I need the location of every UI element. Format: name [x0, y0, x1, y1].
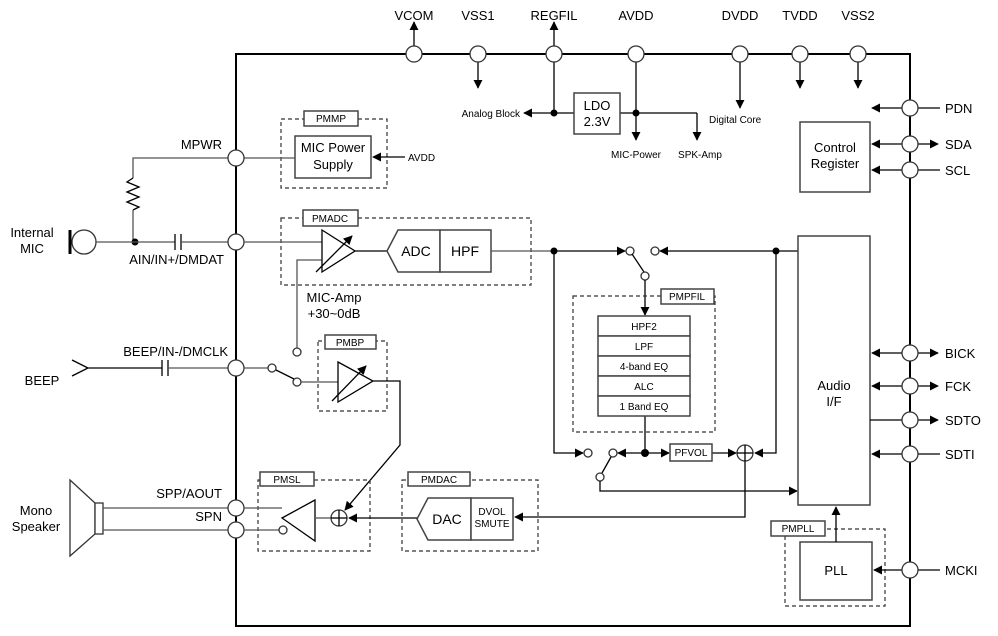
- beep-amp-icon: [337, 360, 375, 404]
- pin-label: VCOM: [395, 8, 434, 23]
- pmdac-label: PMDAC: [421, 475, 457, 486]
- pmdac-block: PMDAC DAC DVOL SMUTE: [401, 471, 539, 552]
- pin-fck: [901, 377, 919, 395]
- digital-blocks: Control Register Audio I/F PMPLL PLL: [770, 121, 886, 607]
- pin-label: PDN: [945, 101, 972, 116]
- pin-label: MCKI: [945, 563, 978, 578]
- speaker-icon: [69, 478, 96, 558]
- pmpll-label: PMPLL: [782, 524, 815, 535]
- pin-label: SPP/AOUT: [156, 486, 222, 501]
- filter-label: ALC: [634, 382, 653, 393]
- pin-sdto: [901, 411, 919, 429]
- pin-mcki: [901, 561, 919, 579]
- pin-avdd: [627, 45, 645, 63]
- control-register-label: Control: [814, 140, 856, 155]
- mic-amp-label: MIC-Amp: [307, 290, 362, 305]
- filter-label: HPF2: [631, 322, 657, 333]
- pmsl-label: PMSL: [273, 475, 301, 486]
- pin-label: BICK: [945, 346, 976, 361]
- filter-label: 4-band EQ: [620, 362, 669, 373]
- mono-speaker-label: Mono: [20, 503, 53, 518]
- pin-vss1: [469, 45, 487, 63]
- pin-regfil: [545, 45, 563, 63]
- ldo-label: LDO: [584, 98, 611, 113]
- pin-label: VSS1: [461, 8, 494, 23]
- pin-label: AIN/IN+/DMDAT: [129, 252, 224, 267]
- pin-label: REGFIL: [531, 8, 578, 23]
- filter-stack: HPF2 LPF 4-band EQ ALC 1 Band EQ: [597, 315, 691, 417]
- dac-label: DAC: [432, 511, 462, 527]
- pfvol-label: PFVOL: [675, 448, 708, 459]
- mono-speaker-label: Speaker: [12, 519, 61, 534]
- analog-block-label: Analog Block: [462, 109, 521, 120]
- pmsl-block: PMSL: [244, 471, 417, 552]
- mic-icon: [71, 229, 97, 255]
- pin-bick: [901, 344, 919, 362]
- top-pins: VCOM VSS1 REGFIL AVDD DVDD TVDD VSS2: [395, 8, 875, 113]
- pin-label: SDTO: [945, 413, 981, 428]
- hpf-label: HPF: [451, 243, 479, 259]
- mic-circuit: Internal MIC: [10, 157, 236, 256]
- digital-core-label: Digital Core: [709, 115, 762, 126]
- pin-dvdd: [731, 45, 749, 63]
- audio-if-label: Audio: [817, 378, 850, 393]
- pin-label: SCL: [945, 163, 970, 178]
- pmmp-label: PMMP: [316, 114, 346, 125]
- filter-label: LPF: [635, 342, 653, 353]
- pin-mpwr: [227, 149, 245, 167]
- beep-label: BEEP: [25, 373, 60, 388]
- pin-scl: [901, 161, 919, 179]
- pin-vss2: [849, 45, 867, 63]
- left-pins: MPWR AIN/IN+/DMDAT BEEP/IN-/DMCLK SPP/AO…: [123, 137, 245, 539]
- pin-label: MPWR: [181, 137, 222, 152]
- mic-power-supply-label: Supply: [313, 157, 353, 172]
- power-section: LDO 2.3V Analog Block Digital Core MIC-P…: [462, 92, 762, 161]
- mic-amp-gain: +30~0dB: [308, 306, 361, 321]
- pin-label: BEEP/IN-/DMCLK: [123, 344, 228, 359]
- internal-mic-label: MIC: [20, 241, 44, 256]
- pin-sdti: [901, 445, 919, 463]
- mic-power-label: MIC-Power: [611, 150, 662, 161]
- pin-label: SDA: [945, 137, 972, 152]
- pin-vcom: [405, 45, 423, 63]
- pin-tvdd: [791, 45, 809, 63]
- audio-if-label: I/F: [826, 394, 841, 409]
- pmadc-label: PMADC: [312, 214, 348, 225]
- mic-power-supply-label: MIC Power: [301, 140, 366, 155]
- pmmp-block: PMMP MIC Power Supply AVDD: [236, 110, 435, 189]
- internal-mic-label: Internal: [10, 225, 53, 240]
- pin-label: SDTI: [945, 447, 975, 462]
- filter-label: 1 Band EQ: [620, 402, 669, 413]
- spk-amp-label: SPK-Amp: [678, 150, 722, 161]
- pin-spp: [227, 499, 245, 517]
- right-pins: PDN SDA SCL BICK FCK SDTO SDTI MCKI: [870, 99, 981, 579]
- pin-ain: [227, 233, 245, 251]
- control-register-label: Register: [811, 156, 860, 171]
- dvol-label: DVOL: [478, 507, 506, 518]
- pmbp-label: PMBP: [336, 338, 365, 349]
- pin-spn: [227, 521, 245, 539]
- ldo-voltage: 2.3V: [584, 114, 611, 129]
- pll-label: PLL: [824, 563, 847, 578]
- pin-label: VSS2: [841, 8, 874, 23]
- pin-label: SPN: [195, 509, 222, 524]
- pin-label: FCK: [945, 379, 971, 394]
- pin-label: AVDD: [618, 8, 653, 23]
- smute-label: SMUTE: [475, 519, 510, 530]
- pin-pdn: [901, 99, 919, 117]
- audio-if-box: [797, 235, 871, 506]
- pmadc-block: PMADC ADC HPF MIC-Amp +30~0dB: [244, 209, 532, 348]
- avdd-input-label: AVDD: [408, 153, 435, 164]
- pmpfil-label: PMPFIL: [669, 292, 706, 303]
- speaker-amp-icon: [280, 498, 316, 543]
- adc-label: ADC: [401, 243, 431, 259]
- pin-sda: [901, 135, 919, 153]
- pin-label: TVDD: [782, 8, 817, 23]
- mic-amp-icon: [321, 228, 357, 274]
- pmpfil-block: PMPFIL HPF2 LPF 4-band EQ ALC 1 Band EQ …: [572, 288, 716, 462]
- beep-circuit: BEEP: [25, 359, 236, 388]
- pin-label: DVDD: [722, 8, 759, 23]
- block-diagram: VCOM VSS1 REGFIL AVDD DVDD TVDD VSS2 LDO…: [10, 8, 981, 627]
- pin-beep: [227, 359, 245, 377]
